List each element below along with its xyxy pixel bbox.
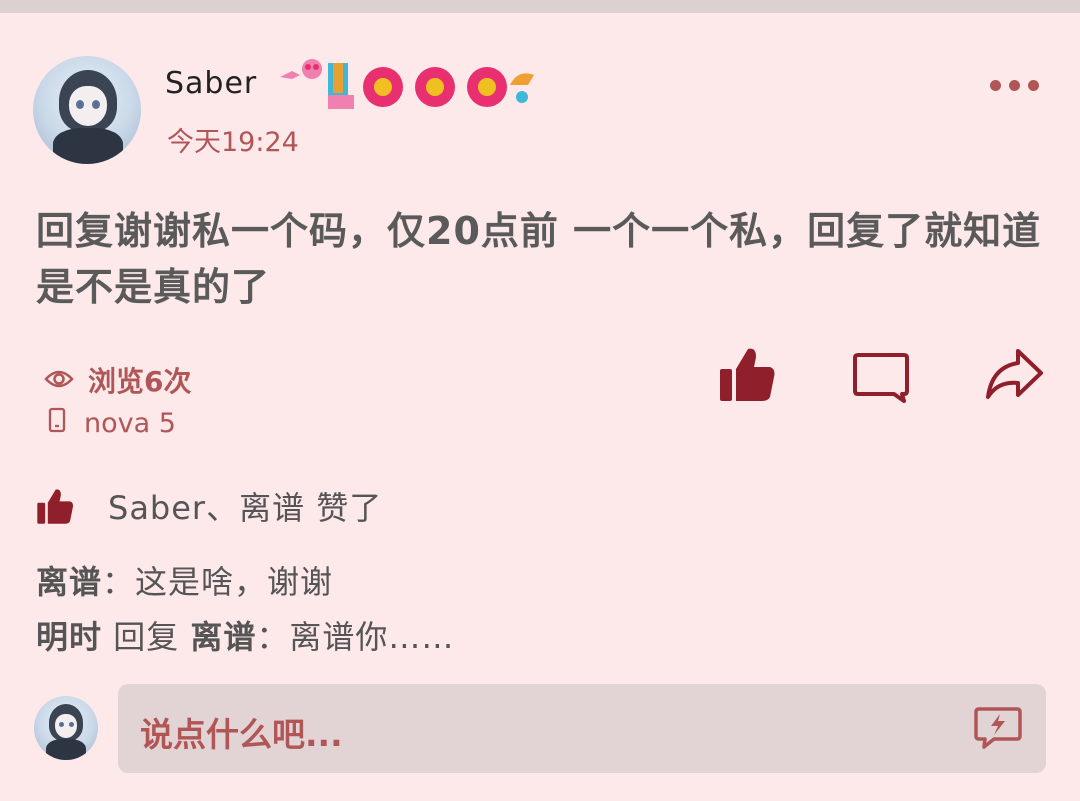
comment-item[interactable]: 离谱：这是啥，谢谢 [36,557,333,603]
share-button[interactable] [984,347,1044,405]
thumbs-up-icon [720,348,775,401]
author-name[interactable]: Saber [165,66,257,101]
likes-text[interactable]: Saber、离谱 赞了 [108,483,382,529]
comment-text: 离谱你…… [289,618,455,656]
comment-bubble-icon [853,353,909,403]
lightning-bubble-icon[interactable] [974,706,1022,754]
comment-input[interactable]: 说点什么吧... [118,684,1046,773]
comment-item[interactable]: 明时 回复 离谱：离谱你…… [36,612,454,658]
likes-row: Saber、离谱 赞了 [36,483,382,529]
comment-author[interactable]: 离谱 [36,563,102,601]
comment-input-placeholder: 说点什么吧... [140,715,343,754]
status-bar-edge [0,0,1080,13]
comment-author[interactable]: 明时 [36,618,102,656]
phone-icon [48,407,66,440]
device-info: nova 5 [44,407,176,440]
post-time: 今天19:24 [167,127,299,158]
thumbs-up-icon [37,489,74,524]
eye-icon [44,364,74,397]
user-avatar[interactable] [34,696,98,760]
reply-word: 回复 [102,618,191,656]
view-count-text: 浏览6次 [88,365,192,398]
view-count: 浏览6次 [44,360,191,400]
comment-separator: ： [102,563,136,601]
author-avatar[interactable] [33,56,141,164]
like-button[interactable] [718,345,776,407]
decorative-badge-icon [280,59,534,109]
comment-text: 这是啥，谢谢 [135,563,334,601]
comment-button[interactable] [852,351,910,407]
reply-target[interactable]: 离谱 [190,618,256,656]
comment-separator: ： [256,618,290,656]
device-name: nova 5 [84,408,176,439]
share-arrow-icon [986,349,1043,399]
post-content: 回复谢谢私一个码，仅20点前 一个一个私，回复了就知道是不是真的了 [36,209,1042,309]
more-dots-icon[interactable] [990,80,1039,91]
